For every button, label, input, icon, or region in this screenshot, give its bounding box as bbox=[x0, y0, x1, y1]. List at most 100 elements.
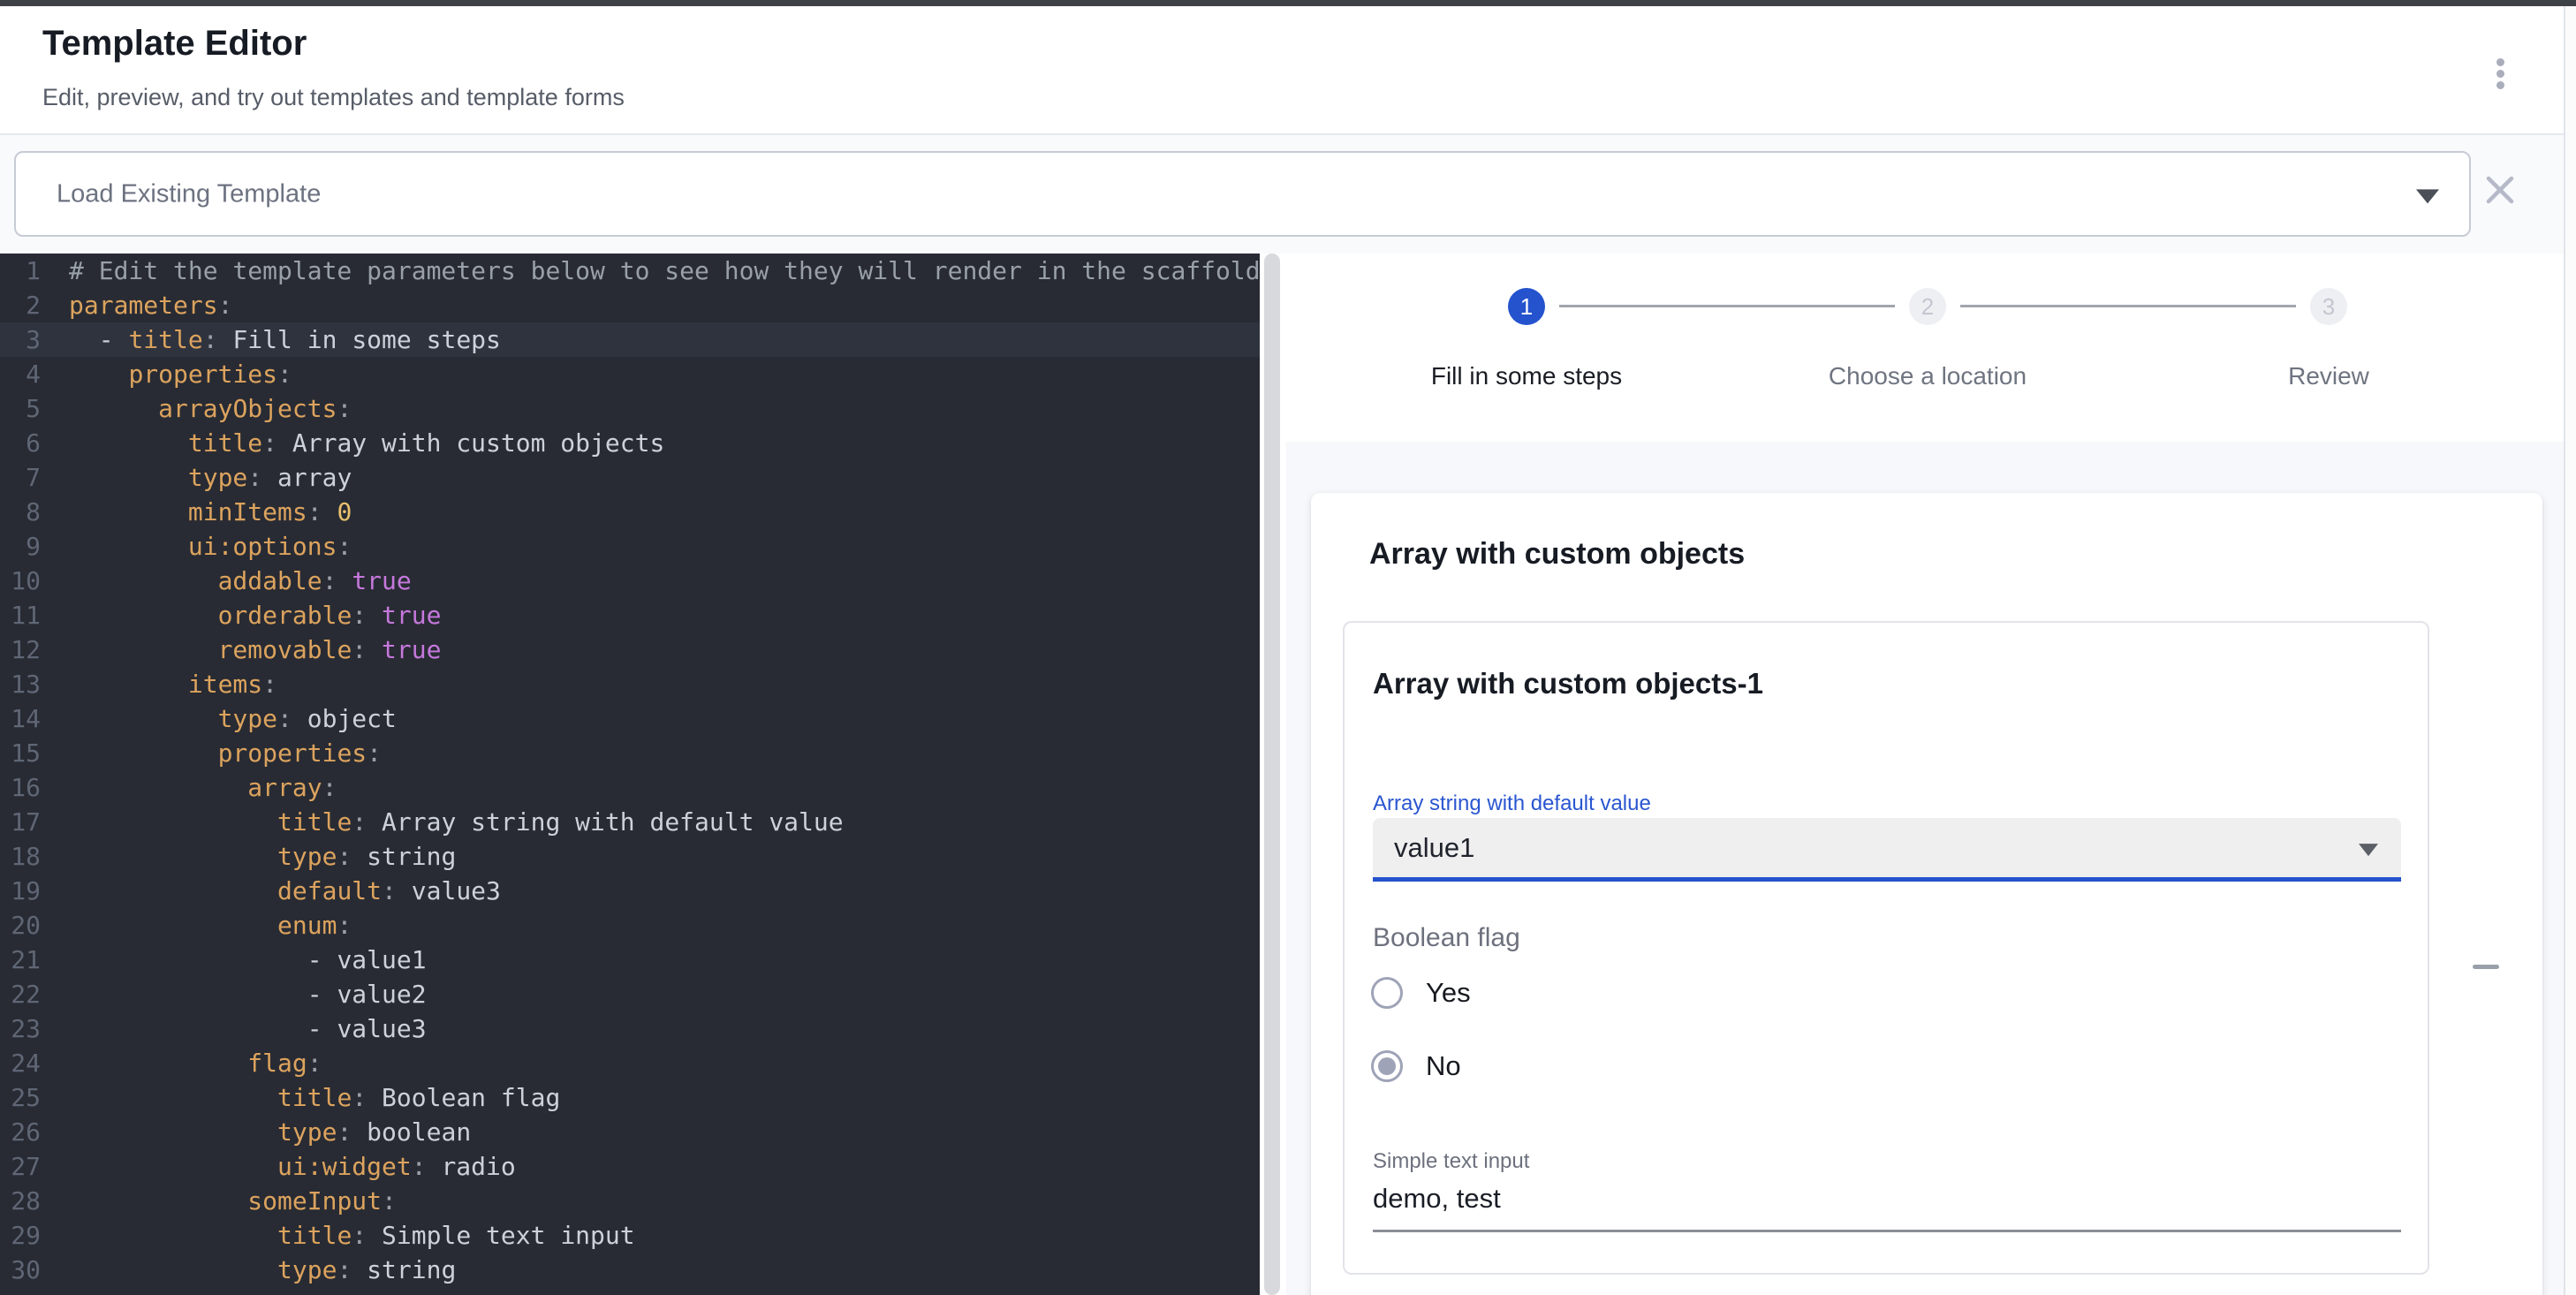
stepper-step-1-label: Fill in some steps bbox=[1368, 362, 1686, 390]
remove-array-item-button[interactable] bbox=[2465, 945, 2507, 988]
radio-option-yes[interactable]: Yes bbox=[1371, 973, 1471, 1012]
line-number: 15 bbox=[0, 736, 69, 770]
array-item-title: Array with custom objects-1 bbox=[1373, 667, 1763, 701]
kebab-dot bbox=[2496, 58, 2504, 66]
code-line[interactable]: 6 title: Array with custom objects bbox=[0, 426, 1260, 460]
code-line[interactable]: 25 title: Boolean flag bbox=[0, 1080, 1260, 1115]
code-line[interactable]: 22 - value2 bbox=[0, 977, 1260, 1011]
line-number: 22 bbox=[0, 977, 69, 1011]
code-line[interactable]: 29 title: Simple text input bbox=[0, 1218, 1260, 1253]
code-text: title: Array with custom objects bbox=[69, 426, 1260, 460]
line-number: 16 bbox=[0, 770, 69, 805]
simple-text-input-label: Simple text input bbox=[1373, 1149, 1529, 1174]
code-text: title: Array string with default value bbox=[69, 805, 1260, 839]
line-number: 24 bbox=[0, 1046, 69, 1080]
stepper-step-3-circle: 3 bbox=[2310, 288, 2347, 325]
line-number: 5 bbox=[0, 391, 69, 426]
code-line[interactable]: 10 addable: true bbox=[0, 564, 1260, 598]
line-number: 3 bbox=[0, 322, 69, 357]
page-subtitle: Edit, preview, and try out templates and… bbox=[42, 84, 625, 111]
code-line[interactable]: 28 someInput: bbox=[0, 1184, 1260, 1218]
split-divider-handle[interactable] bbox=[1264, 254, 1280, 1295]
boolean-flag-label: Boolean flag bbox=[1373, 923, 1520, 953]
radio-option-no[interactable]: No bbox=[1371, 1047, 1461, 1086]
array-string-select-label: Array string with default value bbox=[1373, 791, 1651, 816]
code-line[interactable]: 14 type: object bbox=[0, 701, 1260, 736]
line-number: 18 bbox=[0, 839, 69, 874]
code-line[interactable]: 24 flag: bbox=[0, 1046, 1260, 1080]
minus-icon bbox=[2473, 965, 2499, 969]
caret-down-icon bbox=[2416, 189, 2439, 203]
code-line[interactable]: 1# Edit the template parameters below to… bbox=[0, 254, 1260, 288]
line-number: 26 bbox=[0, 1115, 69, 1149]
code-editor[interactable]: 1# Edit the template parameters below to… bbox=[0, 254, 1260, 1295]
code-text: array: bbox=[69, 770, 1260, 805]
line-number: 8 bbox=[0, 495, 69, 529]
page-scrollbar[interactable] bbox=[2564, 0, 2576, 1295]
line-number: 25 bbox=[0, 1080, 69, 1115]
code-text: orderable: true bbox=[69, 598, 1260, 632]
line-number: 4 bbox=[0, 357, 69, 391]
close-icon[interactable] bbox=[2482, 172, 2518, 208]
stepper-connector bbox=[1559, 305, 1895, 307]
code-line[interactable]: 18 type: string bbox=[0, 839, 1260, 874]
load-existing-template-placeholder: Load Existing Template bbox=[57, 179, 321, 208]
radio-option-no-label: No bbox=[1426, 1050, 1461, 1082]
code-text: # Edit the template parameters below to … bbox=[69, 254, 1260, 288]
code-line[interactable]: 15 properties: bbox=[0, 736, 1260, 770]
load-existing-template-select[interactable]: Load Existing Template bbox=[14, 151, 2471, 237]
line-number: 1 bbox=[0, 254, 69, 288]
line-number: 28 bbox=[0, 1184, 69, 1218]
line-number: 20 bbox=[0, 908, 69, 943]
code-line[interactable]: 20 enum: bbox=[0, 908, 1260, 943]
code-line[interactable]: 19 default: value3 bbox=[0, 874, 1260, 908]
code-line[interactable]: 9 ui:options: bbox=[0, 529, 1260, 564]
code-text: properties: bbox=[69, 357, 1260, 391]
line-number: 19 bbox=[0, 874, 69, 908]
code-text: enum: bbox=[69, 908, 1260, 943]
code-line[interactable]: 23 - value3 bbox=[0, 1011, 1260, 1046]
code-line[interactable]: 16 array: bbox=[0, 770, 1260, 805]
code-text: properties: bbox=[69, 736, 1260, 770]
code-line[interactable]: 26 type: boolean bbox=[0, 1115, 1260, 1149]
line-number: 2 bbox=[0, 288, 69, 322]
code-text: title: Boolean flag bbox=[69, 1080, 1260, 1115]
code-line[interactable]: 2parameters: bbox=[0, 288, 1260, 322]
line-number: 6 bbox=[0, 426, 69, 460]
line-number: 30 bbox=[0, 1253, 69, 1287]
page-header: Template Editor Edit, preview, and try o… bbox=[0, 6, 2564, 135]
kebab-dot bbox=[2496, 70, 2504, 78]
code-text: removable: true bbox=[69, 632, 1260, 667]
code-line[interactable]: 17 title: Array string with default valu… bbox=[0, 805, 1260, 839]
page-title: Template Editor bbox=[42, 24, 307, 64]
kebab-menu-icon[interactable] bbox=[2481, 52, 2519, 95]
line-number: 7 bbox=[0, 460, 69, 495]
code-line[interactable]: 12 removable: true bbox=[0, 632, 1260, 667]
code-line[interactable]: 7 type: array bbox=[0, 460, 1260, 495]
code-line[interactable]: 13 items: bbox=[0, 667, 1260, 701]
code-line[interactable]: 27 ui:widget: radio bbox=[0, 1149, 1260, 1184]
array-string-select[interactable]: value1 bbox=[1373, 818, 2401, 882]
code-line[interactable]: 5 arrayObjects: bbox=[0, 391, 1260, 426]
code-line[interactable]: 4 properties: bbox=[0, 357, 1260, 391]
simple-text-input[interactable]: demo, test bbox=[1373, 1183, 1501, 1215]
code-line[interactable]: 11 orderable: true bbox=[0, 598, 1260, 632]
code-line[interactable]: 30 type: string bbox=[0, 1253, 1260, 1287]
code-line[interactable]: 21 - value1 bbox=[0, 943, 1260, 977]
code-line[interactable]: 3 - title: Fill in some steps bbox=[0, 322, 1260, 357]
stepper-step-3-label: Review bbox=[2170, 362, 2488, 390]
code-line[interactable]: 8 minItems: 0 bbox=[0, 495, 1260, 529]
line-number: 13 bbox=[0, 667, 69, 701]
caret-down-icon bbox=[2359, 844, 2378, 856]
code-text: minItems: 0 bbox=[69, 495, 1260, 529]
kebab-dot bbox=[2496, 81, 2504, 89]
code-text: title: Simple text input bbox=[69, 1218, 1260, 1253]
form-section-title: Array with custom objects bbox=[1369, 537, 1745, 572]
code-text: - title: Fill in some steps bbox=[69, 322, 1260, 357]
radio-option-yes-label: Yes bbox=[1426, 977, 1471, 1009]
code-text: arrayObjects: bbox=[69, 391, 1260, 426]
code-text: default: value3 bbox=[69, 874, 1260, 908]
line-number: 11 bbox=[0, 598, 69, 632]
line-number: 17 bbox=[0, 805, 69, 839]
code-text: type: string bbox=[69, 1253, 1260, 1287]
